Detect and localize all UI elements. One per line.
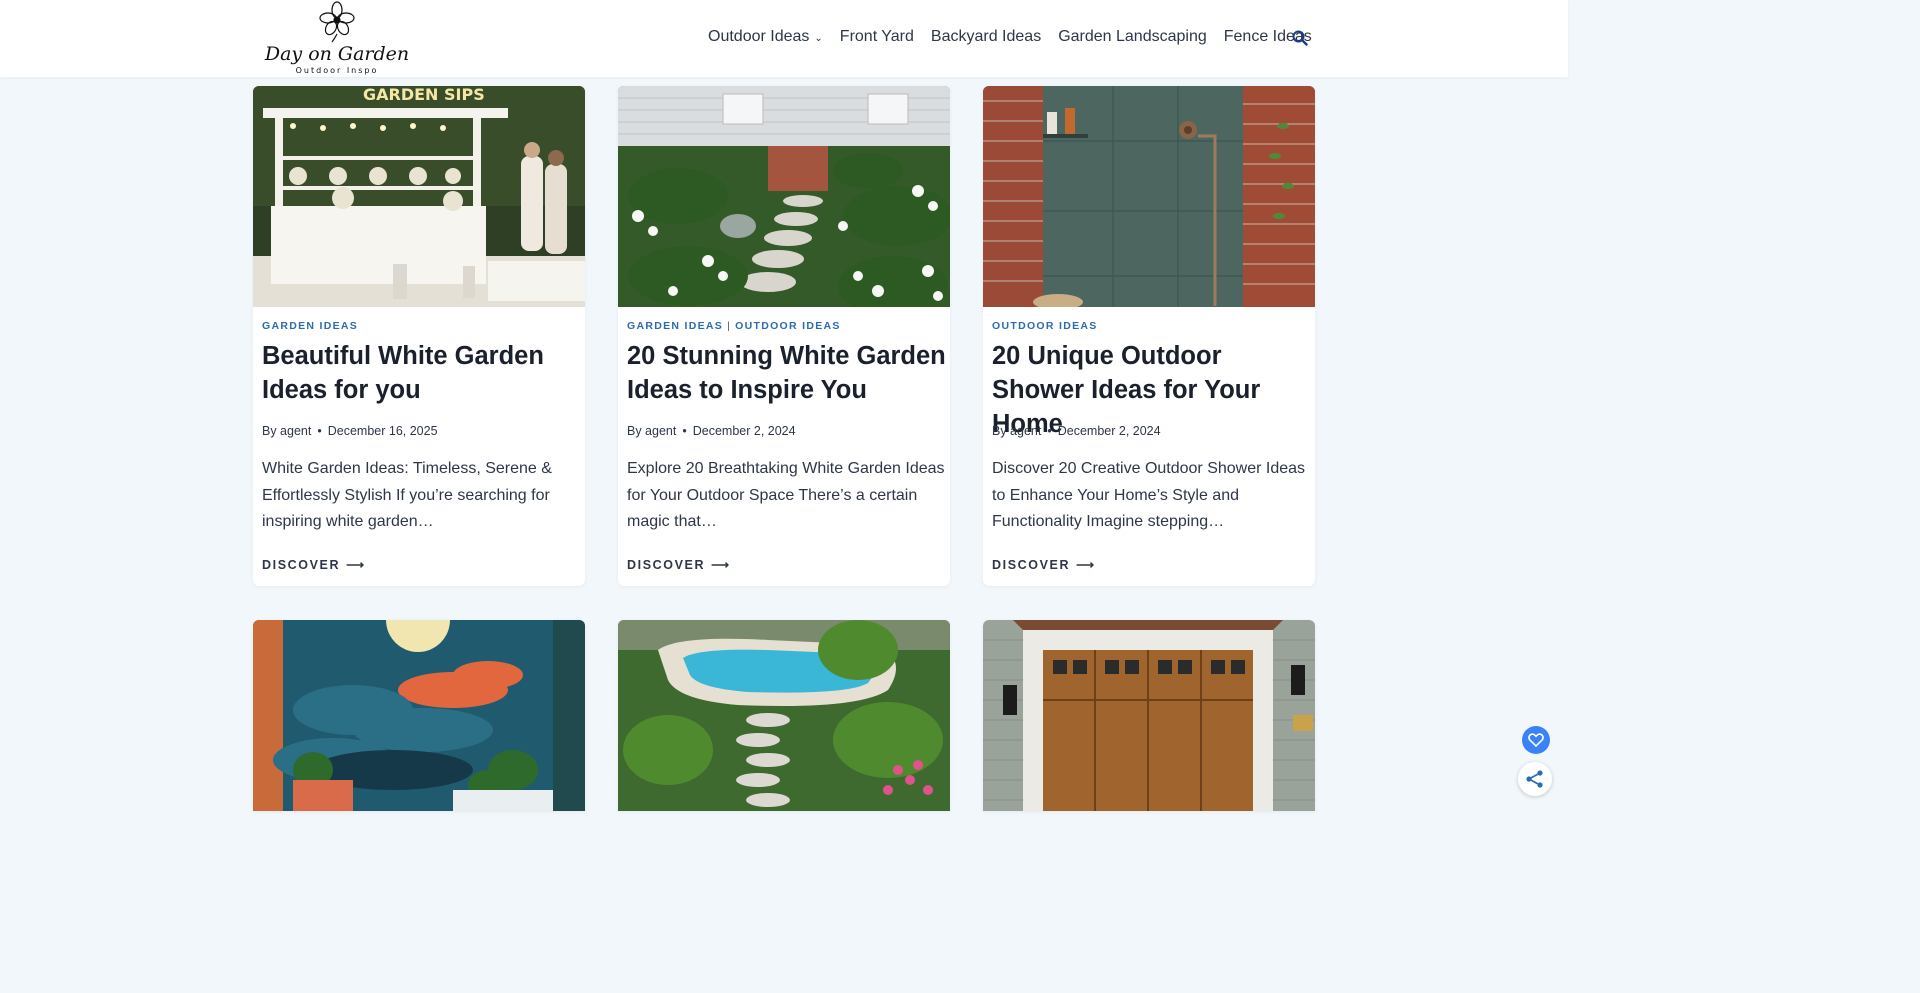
search-icon[interactable] — [1292, 30, 1308, 46]
post-thumbnail-garage-door[interactable] — [983, 620, 1315, 811]
post-card: GARDEN SIPS Garden Ideas Beautiful White… — [253, 86, 585, 586]
nav-label: Outdoor Ideas — [708, 28, 810, 45]
image-sign-text: GARDEN SIPS — [363, 86, 485, 104]
arrow-right-icon: ⟶ — [711, 558, 730, 572]
meta-separator: • — [1047, 424, 1052, 438]
favorite-button[interactable] — [1522, 726, 1550, 754]
post-card — [983, 620, 1315, 811]
discover-link[interactable]: Discover ⟶ — [992, 557, 1094, 572]
post-thumbnail-mural-patio[interactable] — [253, 620, 585, 811]
discover-label: Discover — [262, 558, 341, 572]
meta-separator: • — [682, 424, 687, 438]
category-link[interactable]: Garden Ideas — [627, 320, 723, 332]
post-card — [253, 620, 585, 811]
post-categories: Outdoor Ideas — [992, 320, 1098, 332]
post-title[interactable]: Beautiful White Garden Ideas for you — [262, 339, 582, 407]
post-card — [618, 620, 950, 811]
share-icon — [1526, 770, 1543, 788]
nav-backyard-ideas[interactable]: Backyard Ideas — [931, 28, 1041, 46]
discover-label: Discover — [992, 558, 1071, 572]
discover-link[interactable]: Discover ⟶ — [262, 557, 364, 572]
site-header: Day on Garden Outdoor Inspo Outdoor Idea… — [0, 0, 1568, 77]
post-thumbnail-white-garden-bar[interactable]: GARDEN SIPS — [253, 86, 585, 307]
meta-separator: • — [317, 424, 322, 438]
category-separator: | — [727, 320, 732, 332]
post-card: Garden Ideas | Outdoor Ideas 20 Stunning W… — [618, 86, 950, 586]
discover-link[interactable]: Discover ⟶ — [627, 557, 729, 572]
nav-front-yard[interactable]: Front Yard — [840, 28, 914, 46]
nav-garden-landscaping[interactable]: Garden Landscaping — [1058, 28, 1207, 46]
post-date: December 16, 2025 — [327, 424, 438, 438]
post-categories: Garden Ideas — [262, 320, 358, 332]
nav-label: Front Yard — [839, 28, 914, 45]
post-thumbnail-outdoor-shower[interactable] — [983, 86, 1315, 307]
post-thumbnail-white-garden-path[interactable] — [618, 86, 950, 307]
category-link[interactable]: Outdoor Ideas — [992, 320, 1098, 332]
nav-label: Backyard Ideas — [930, 28, 1042, 45]
heart-icon — [1528, 733, 1544, 748]
chevron-down-icon: ⌄ — [814, 33, 823, 44]
post-thumbnail-pool-garden[interactable] — [618, 620, 950, 811]
category-link[interactable]: Garden Ideas — [262, 320, 358, 332]
post-title[interactable]: 20 Stunning White Garden Ideas to Inspir… — [627, 339, 947, 407]
nav-outdoor-ideas[interactable]: Outdoor Ideas ⌄ — [708, 28, 823, 46]
post-excerpt: White Garden Ideas: Timeless, Serene & E… — [262, 460, 552, 531]
site-logo[interactable]: Day on Garden Outdoor Inspo — [262, 0, 412, 77]
svg-text:Day on Garden: Day on Garden — [264, 43, 409, 65]
post-meta: By agent • December 16, 2025 — [262, 424, 438, 438]
post-excerpt: Discover 20 Creative Outdoor Shower Idea… — [992, 460, 1306, 531]
post-card: Outdoor Ideas 20 Unique Outdoor Shower I… — [983, 86, 1315, 586]
arrow-right-icon: ⟶ — [1076, 558, 1095, 572]
post-meta: By agent • December 2, 2024 — [992, 424, 1161, 438]
svg-text:Outdoor Inspo: Outdoor Inspo — [296, 66, 379, 75]
post-author[interactable]: By agent — [262, 424, 311, 438]
post-date: December 2, 2024 — [692, 424, 796, 438]
post-author[interactable]: By agent — [992, 424, 1041, 438]
post-excerpt: Explore 20 Breathtaking White Garden Ide… — [627, 460, 945, 531]
post-author[interactable]: By agent — [627, 424, 676, 438]
flower-logo-icon — [319, 1, 355, 43]
category-link[interactable]: Outdoor Ideas — [735, 320, 841, 332]
main-nav: Outdoor Ideas ⌄ Front Yard Backyard Idea… — [708, 28, 1329, 46]
arrow-right-icon: ⟶ — [346, 558, 365, 572]
post-categories: Garden Ideas | Outdoor Ideas — [627, 320, 841, 332]
share-button[interactable] — [1518, 762, 1552, 796]
discover-label: Discover — [627, 558, 706, 572]
post-meta: By agent • December 2, 2024 — [627, 424, 796, 438]
post-date: December 2, 2024 — [1057, 424, 1161, 438]
nav-label: Garden Landscaping — [1058, 28, 1207, 45]
